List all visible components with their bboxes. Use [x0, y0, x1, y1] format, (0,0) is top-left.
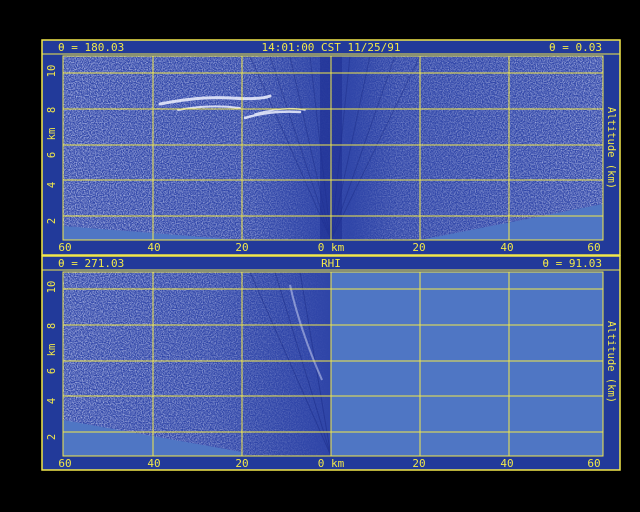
- bottom-x-tick: 20: [412, 457, 425, 470]
- top-left-angle: θ = 180.03: [58, 41, 124, 54]
- bottom-y-tick: 8: [46, 323, 58, 329]
- top-y-tick: 2: [46, 218, 58, 224]
- top-x-tick: 0 km: [318, 241, 345, 254]
- bottom-right-angle: θ = 91.03: [542, 257, 602, 270]
- bottom-x-tick: 0 km: [318, 457, 345, 470]
- top-right-angle: θ = 0.03: [549, 41, 602, 54]
- bottom-plot-area: [63, 272, 603, 456]
- top-x-tick: 40: [147, 241, 160, 254]
- top-x-tick: 20: [412, 241, 425, 254]
- bottom-y-tick: 6: [46, 368, 58, 374]
- bottom-y-tick: 4: [46, 398, 58, 404]
- no-data-region: [331, 272, 603, 456]
- bottom-x-tick: 60: [587, 457, 600, 470]
- top-x-tick: 20: [235, 241, 248, 254]
- top-y-tick: 8: [46, 107, 58, 113]
- bottom-title: RHI: [321, 257, 341, 270]
- top-y-tick: 4: [46, 182, 58, 188]
- top-x-tick: 60: [58, 241, 71, 254]
- top-plot-area: [63, 56, 603, 240]
- bottom-x-tick: 40: [500, 457, 513, 470]
- bottom-left-angle: θ = 271.03: [58, 257, 124, 270]
- top-y-tick: 10: [46, 65, 58, 78]
- bottom-altitude-label: Altitude (km): [605, 321, 617, 403]
- top-y-axis-label: km: [46, 128, 58, 141]
- bottom-y-axis-label: km: [46, 344, 58, 357]
- bottom-panel: θ = 271.03 RHI θ = 91.03 2 4 6 8 10 km A…: [41, 255, 621, 471]
- top-x-tick: 60: [587, 241, 600, 254]
- top-y-tick: 6: [46, 152, 58, 158]
- bottom-y-tick: 2: [46, 434, 58, 440]
- bottom-x-tick: 60: [58, 457, 71, 470]
- top-title: 14:01:00 CST 11/25/91: [261, 41, 400, 54]
- top-x-tick: 40: [500, 241, 513, 254]
- bottom-y-tick: 10: [46, 281, 58, 294]
- rhi-display: θ = 180.03 14:01:00 CST 11/25/91 θ = 0.0…: [41, 39, 621, 471]
- top-panel: θ = 180.03 14:01:00 CST 11/25/91 θ = 0.0…: [41, 39, 621, 256]
- bottom-x-tick: 40: [147, 457, 160, 470]
- top-altitude-label: Altitude (km): [605, 107, 617, 189]
- bottom-x-tick: 20: [235, 457, 248, 470]
